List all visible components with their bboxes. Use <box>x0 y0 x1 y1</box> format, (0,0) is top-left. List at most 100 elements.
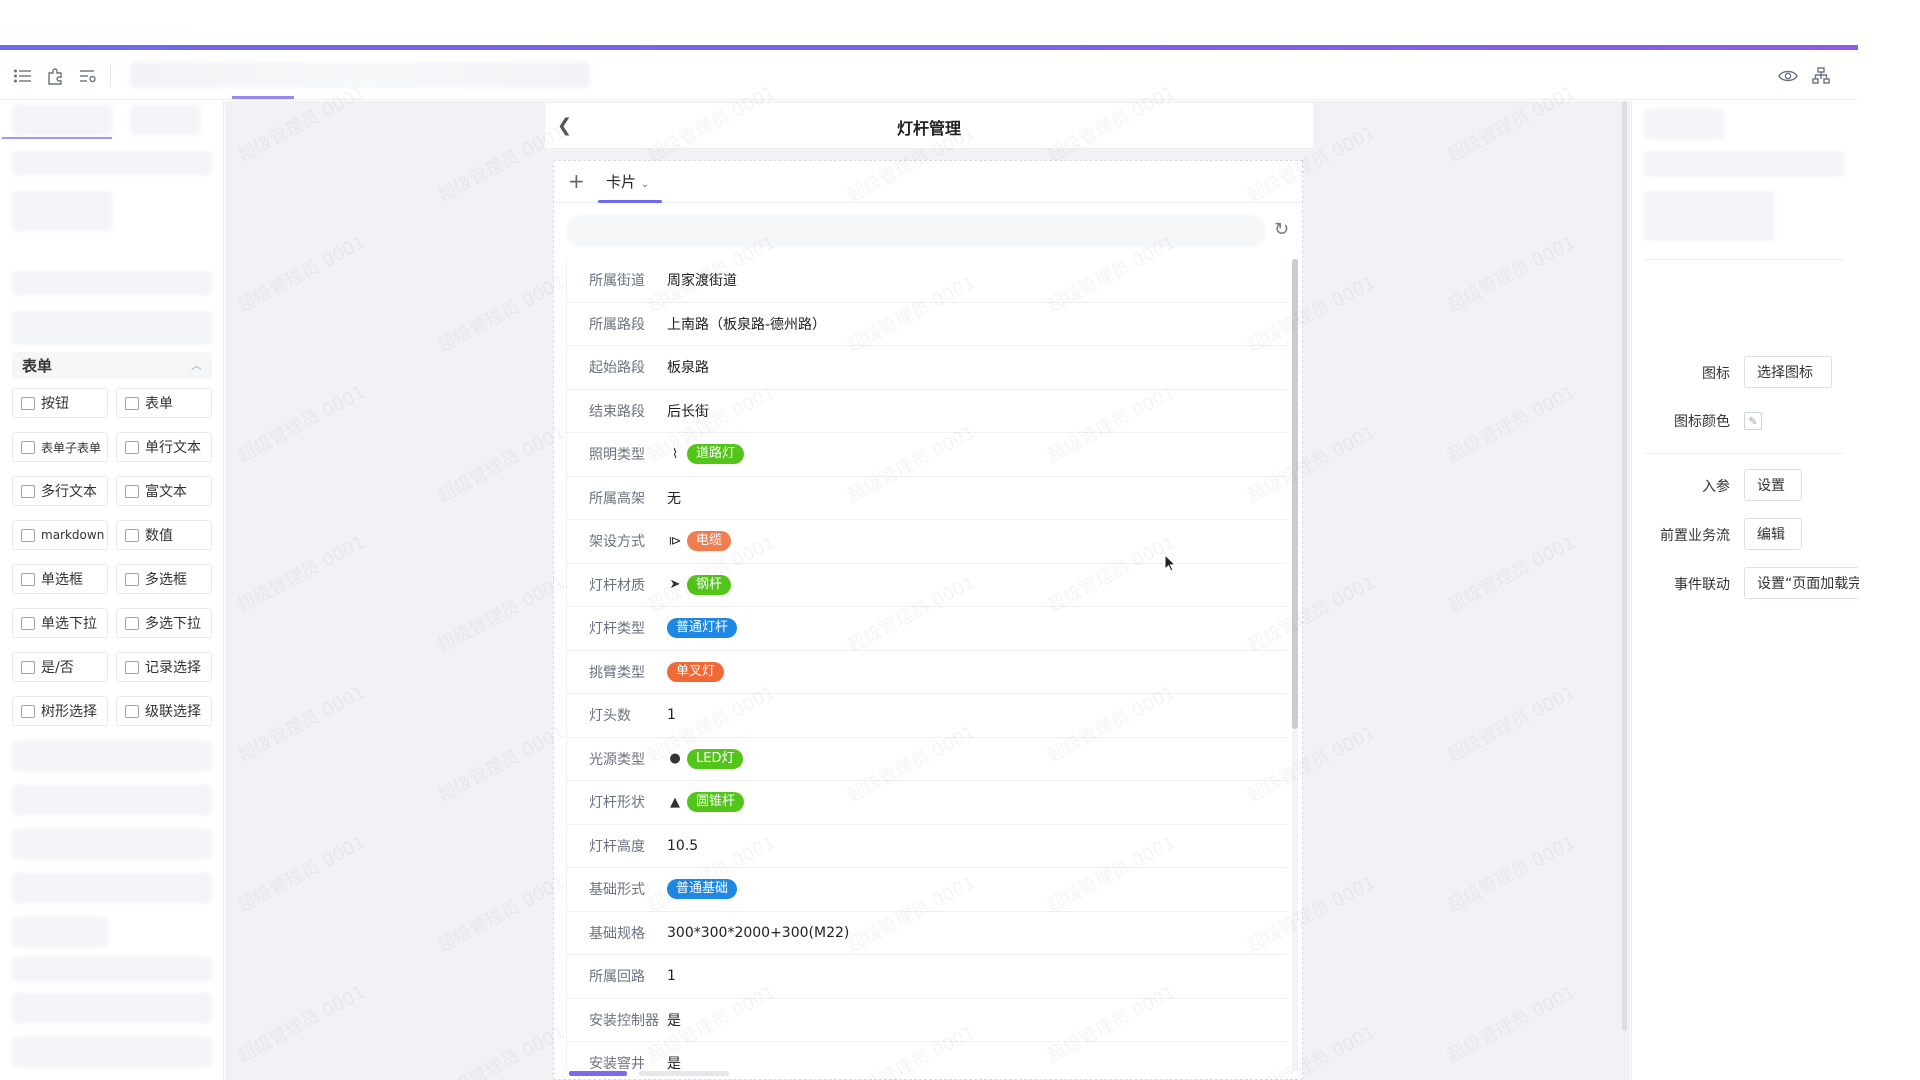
bottom-active-indicator <box>569 1071 627 1076</box>
field-label: 架设方式 <box>589 534 645 551</box>
component-item[interactable]: 级联选择 <box>116 696 212 726</box>
tab-card[interactable]: 卡片 ⌄ <box>606 171 649 192</box>
component-item[interactable]: 表单 <box>116 388 212 418</box>
params-set-button[interactable]: 设置 <box>1744 469 1802 501</box>
component-item[interactable]: 单选下拉 <box>12 608 108 638</box>
eye-icon[interactable] <box>1777 65 1799 87</box>
component-item[interactable]: 多选框 <box>116 564 212 594</box>
field-value: 板泉路 <box>667 360 709 377</box>
component-item[interactable]: 表单子表单 <box>12 432 108 462</box>
field-value-wrap: 是 <box>667 1053 681 1071</box>
page-title: 灯杆管理 <box>896 119 961 138</box>
field-label: 灯杆类型 <box>589 621 645 638</box>
canvas-scrollbar[interactable] <box>1622 101 1627 1031</box>
mouse-cursor-icon <box>1164 553 1177 576</box>
component-item[interactable]: 多行文本 <box>12 476 108 506</box>
component-item[interactable]: 树形选择 <box>12 696 108 726</box>
detail-row: 结束路段 后长街 <box>567 390 1286 433</box>
pre-flow-edit-button[interactable]: 编辑 <box>1744 518 1802 550</box>
detail-row: 所属回路 1 <box>567 955 1286 999</box>
field-value: 无 <box>667 490 681 507</box>
component-item[interactable]: markdown <box>12 520 108 550</box>
field-label: 光源类型 <box>589 751 645 768</box>
component-item[interactable]: 是/否 <box>12 652 108 682</box>
component-item[interactable]: 记录选择 <box>116 652 212 682</box>
blurred-content <box>12 829 212 859</box>
blurred-search-bar[interactable] <box>566 215 1266 247</box>
field-value: 1 <box>667 968 676 985</box>
component-item[interactable]: 按钮 <box>12 388 108 418</box>
component-label: 按钮 <box>41 396 69 412</box>
record-select-icon <box>125 660 139 674</box>
detail-row: 安装窨井 是 <box>567 1042 1286 1071</box>
component-item[interactable]: 数值 <box>116 520 212 550</box>
component-label: 数值 <box>145 528 173 544</box>
value-tag: 道路灯 <box>687 444 745 465</box>
icon-label: 图标 <box>1702 366 1730 382</box>
params-label: 入参 <box>1702 479 1730 495</box>
card-tabs: + 卡片 ⌄ <box>554 161 1302 203</box>
component-label: 多行文本 <box>41 484 97 500</box>
tab-card-label: 卡片 <box>606 173 637 191</box>
blurred-section-header <box>12 151 212 175</box>
detail-row: 挑臂类型 单叉灯 <box>567 651 1286 694</box>
component-label: 富文本 <box>145 484 187 500</box>
bottom-indicator <box>569 1071 745 1077</box>
component-label: 多选下拉 <box>145 616 201 632</box>
detail-row: 所属街道 周家渡街道 <box>567 259 1286 303</box>
cascader-icon <box>125 704 139 718</box>
field-label: 灯杆高度 <box>589 838 645 855</box>
panel-tab-indicator <box>2 137 112 139</box>
blurred-tabs <box>130 62 590 88</box>
list-scrollbar-thumb[interactable] <box>1292 259 1298 729</box>
component-label: 单选下拉 <box>41 616 97 632</box>
cone-icon: ▲ <box>670 794 680 810</box>
blurred-section-header <box>12 957 212 981</box>
form-section-title: 表单 <box>22 356 53 375</box>
component-item[interactable]: 单行文本 <box>116 432 212 462</box>
checkbox-icon <box>125 572 139 586</box>
field-value-wrap: 上南路（板泉路-德州路） <box>667 314 826 334</box>
detail-row: 基础形式 普通基础 <box>567 868 1286 912</box>
component-item[interactable]: 富文本 <box>116 476 212 506</box>
detail-row: 架设方式 ⧐ 电缆 <box>567 520 1286 564</box>
tree-select-icon <box>21 704 35 718</box>
settings-list-icon[interactable] <box>77 65 99 87</box>
multiselect-icon <box>125 616 139 630</box>
divider <box>1644 259 1844 260</box>
component-item[interactable]: 单选框 <box>12 564 108 594</box>
number-icon <box>125 528 139 542</box>
blurred-content <box>12 1037 212 1067</box>
select-icon-button[interactable]: 选择图标 <box>1744 356 1832 388</box>
color-picker-icon[interactable]: ✎ <box>1744 412 1762 430</box>
add-icon[interactable]: + <box>568 169 585 193</box>
blurred-content <box>12 191 112 231</box>
markdown-icon <box>21 528 35 542</box>
detail-row: 照明类型 ⌇ 道路灯 <box>567 433 1286 477</box>
blurred-panel-tab <box>12 105 112 135</box>
list-icon[interactable] <box>12 65 34 87</box>
refresh-icon[interactable]: ↻ <box>1274 219 1289 240</box>
puzzle-icon[interactable] <box>44 65 66 87</box>
field-value: 上南路（板泉路-德州路） <box>667 316 827 333</box>
chevron-up-icon[interactable]: ︿ <box>191 357 202 373</box>
component-label: 多选框 <box>145 572 187 588</box>
field-label: 安装控制器 <box>589 1012 659 1029</box>
form-section-header[interactable]: 表单 ︿ <box>12 352 212 378</box>
field-value-wrap: 周家渡街道 <box>667 270 737 290</box>
event-link-label: 事件联动 <box>1674 577 1730 593</box>
blurred-content <box>12 785 212 815</box>
event-link-button[interactable]: 设置“页面加载完 <box>1744 567 1859 599</box>
detail-row: 所属高架 无 <box>567 477 1286 520</box>
blurred-content <box>1644 151 1844 177</box>
value-tag: 普通基础 <box>667 879 738 900</box>
component-label: 单行文本 <box>145 440 201 456</box>
component-item[interactable]: 多选下拉 <box>116 608 212 638</box>
sitemap-icon[interactable] <box>1810 65 1832 87</box>
active-tab-indicator <box>232 96 294 99</box>
field-label: 所属街道 <box>589 273 645 290</box>
component-label: 树形选择 <box>41 704 97 720</box>
icon-color-label: 图标颜色 <box>1674 414 1730 430</box>
value-tag: 钢杆 <box>687 574 732 595</box>
pre-flow-label: 前置业务流 <box>1660 528 1730 544</box>
